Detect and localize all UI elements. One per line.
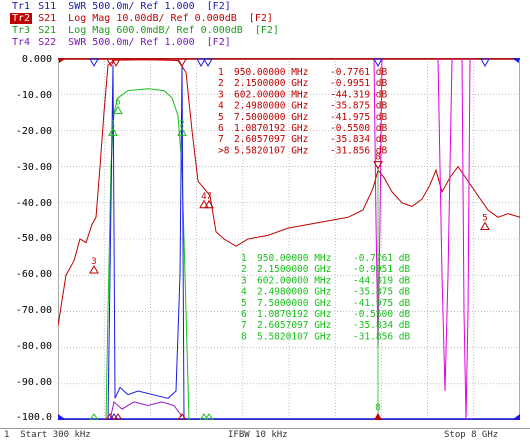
trace-settings: S21 Log Mag 10.00dB/ Ref 0.000dB [F2] [32,13,273,24]
trace-settings: S22 SWR 500.0m/ Ref 1.000 [F2] [32,37,231,48]
marker-green-row-value: -44.319 dB [353,275,410,286]
y-label: -80.00 [15,341,52,352]
marker-red-row-frequency: 2.6057097 GHz [234,134,308,145]
trace-settings: S21 Log Mag 600.0mdB/ Ref 0.000dB [F2] [32,25,279,36]
marker-green-row-frequency: 2.6057097 GHz [257,320,331,331]
network-analyzer-plot[interactable]: 31624785316247858 1950.00000 MHz-0.7761 … [58,58,520,420]
marker-red-row-value: -31.856 dB [330,145,387,156]
y-label: -30.00 [15,162,52,173]
status-start: 1 Start 300 kHz [4,430,91,440]
marker-green-row-value: -0.5500 dB [353,309,410,320]
marker-green-1-label: 1 [110,119,115,129]
marker-green-6-label: 6 [115,98,120,108]
marker-green-row-frequency: 5.5820107 GHz [257,331,331,342]
marker-red-row-frequency: 2.1500000 GHz [234,78,308,89]
marker-red-row-number: 4 [218,101,224,112]
marker-green-row-frequency: 2.4980000 GHz [257,287,331,298]
marker-red-6-label: 6 [113,58,118,60]
marker-red-row-frequency: 1.0870192 GHz [234,123,308,134]
marker-red-row-number: 7 [218,134,224,145]
status-ifbw: IFBW 10 kHz [228,430,288,440]
marker-red-row-value: -44.319 dB [330,89,387,100]
marker-red-row-value: -35.875 dB [330,101,387,112]
marker-green-row-number: 3 [241,275,247,286]
marker-red-row-value: -0.7761 dB [330,67,387,78]
marker-green-row-frequency: 950.00000 MHz [257,253,331,264]
marker-green-row-value: -41.975 dB [353,298,410,309]
trace-settings: S11 SWR 500.0m/ Ref 1.000 [F2] [32,1,231,12]
marker-green-row-value: -0.7761 dB [353,253,410,264]
marker-red-row-value: -41.975 dB [330,112,387,123]
marker-green-row-frequency: 2.1500000 GHz [257,264,331,275]
marker-s11-3-label: 3 [91,58,96,60]
marker-red-2-label: 2 [179,58,184,60]
marker-red-5-label: 5 [482,214,487,224]
marker-green-row-frequency: 7.5000000 GHz [257,298,331,309]
marker-green-row-number: 8 [241,331,247,342]
marker-green-row-value: -35.834 dB [353,320,410,331]
marker-red-row-frequency: 5.5820107 GHz [234,145,308,156]
marker-red-row-number: 3 [218,89,224,100]
marker-green-row-number: 5 [241,298,247,309]
marker-red-row-number: 2 [218,78,224,89]
marker-red-row-value: -35.834 dB [330,134,387,145]
marker-green-row-number: 2 [241,264,247,275]
y-axis-labels: 0.000 -10.00 -20.00 -30.00 -40.00 -50.00… [0,0,56,442]
y-label: -100.0 [15,412,52,423]
marker-red-7-label: 7 [206,192,211,202]
marker-red-3-label: 3 [91,257,96,267]
marker-blue-4-label: 4 [198,58,203,60]
marker-green-row-frequency: 1.0870192 GHz [257,309,331,320]
marker-green-row-number: 1 [241,253,247,264]
status-bar: 1 Start 300 kHz IFBW 10 kHz Stop 8 GHz [0,428,530,443]
y-label: -10.00 [15,90,52,101]
y-label: -40.00 [15,198,52,209]
y-label: -50.00 [15,233,52,244]
marker-blue-7-label: 7 [205,58,210,60]
marker-red-row-number: 5 [218,112,224,123]
marker-red-row-frequency: 2.4980000 GHz [234,101,308,112]
marker-green-row-value: -0.9951 dB [353,264,410,275]
y-label: -70.00 [15,305,52,316]
marker-green-row-number: 7 [241,320,247,331]
y-label: -20.00 [15,126,52,137]
marker-green-row-frequency: 602.00000 MHz [257,275,331,286]
marker-green-row-number: 6 [241,309,247,320]
marker-red-row-number: 6 [218,123,224,134]
marker-blue-8-label: 8 [375,58,380,60]
marker-red-row-number: >8 [218,145,230,156]
bottom-marker-label: 8 [375,403,380,413]
marker-red-row-value: -0.9951 dB [330,78,387,89]
y-label: -60.00 [15,269,52,280]
marker-red-row-frequency: 7.5000000 GHz [234,112,308,123]
y-label: 0.000 [21,54,52,65]
marker-red-row-value: -0.5500 dB [330,123,387,134]
y-label: -90.00 [15,377,52,388]
status-stop: Stop 8 GHz [444,430,499,440]
marker-green-row-number: 4 [241,287,247,298]
marker-red-row-number: 1 [218,67,224,78]
marker-green-2-label: 2 [179,119,184,129]
marker-blue-5-label: 5 [482,58,487,60]
marker-red-row-frequency: 950.00000 MHz [234,67,308,78]
marker-red-row-frequency: 602.00000 MHz [234,89,308,100]
marker-green-row-value: -31.856 dB [353,331,410,342]
marker-green-row-value: -35.875 dB [353,287,410,298]
